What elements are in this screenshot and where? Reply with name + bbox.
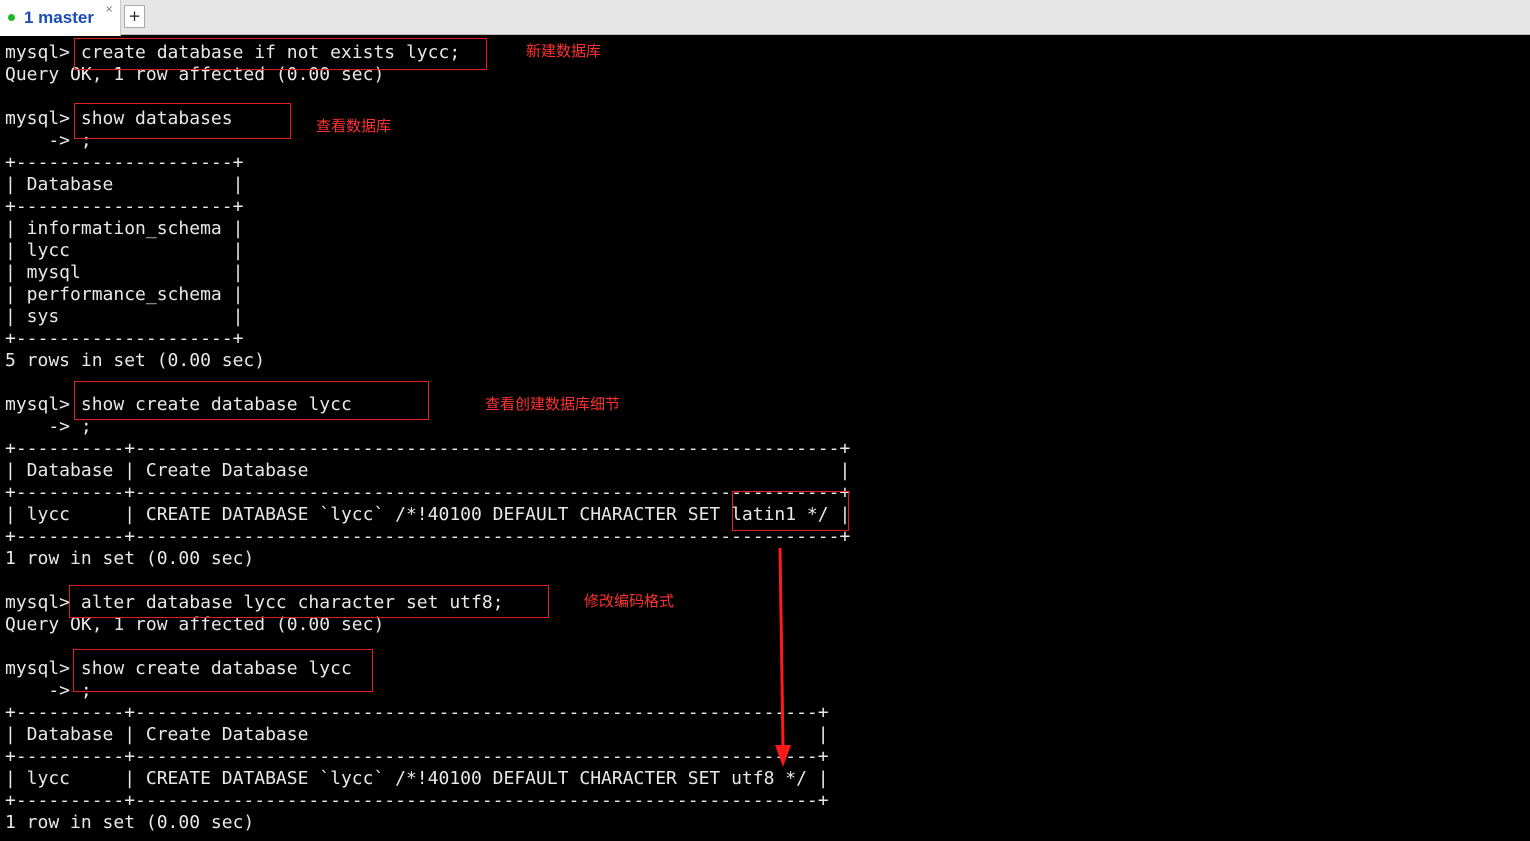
annotation-arrow-icon: [775, 547, 791, 767]
